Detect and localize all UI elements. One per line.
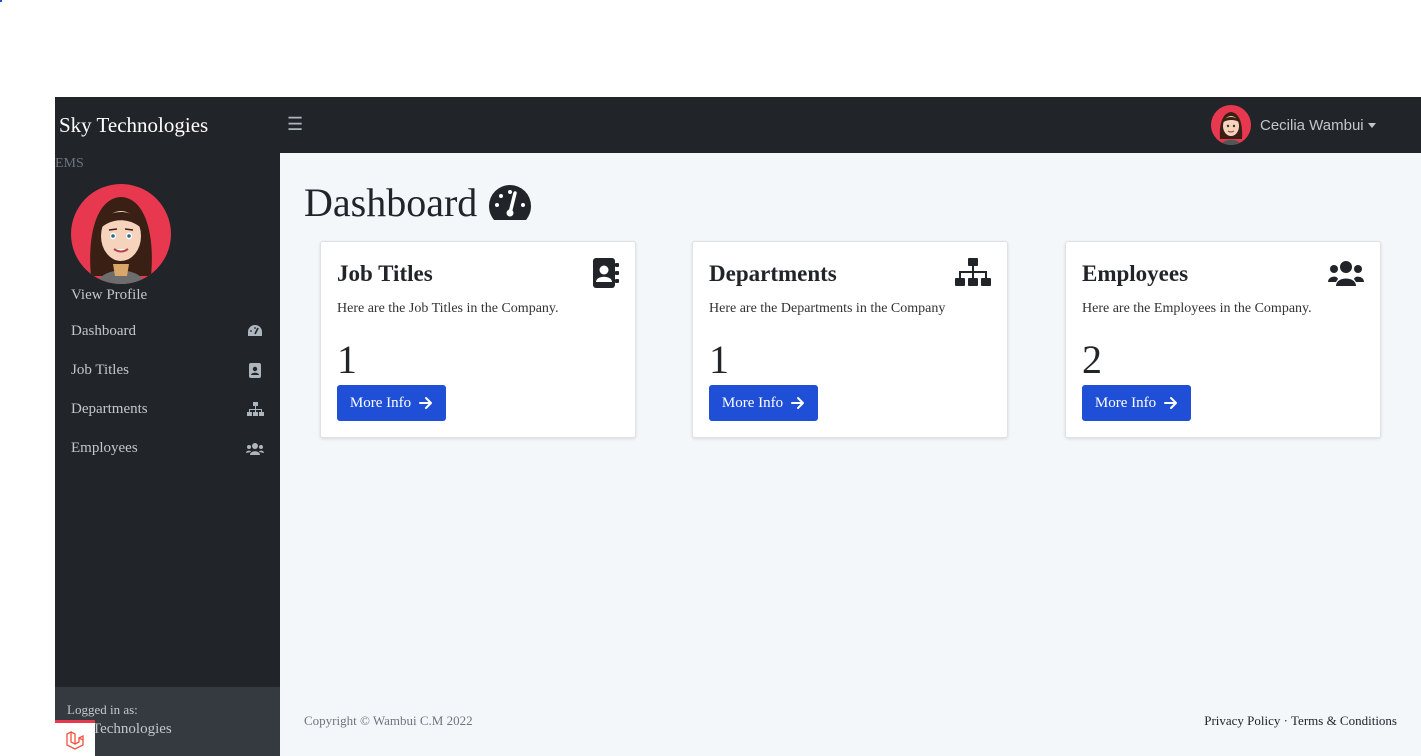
card-description: Here are the Employees in the Company. <box>1082 301 1312 316</box>
sidebar-item-label: Employees <box>71 439 138 456</box>
sidebar-item-dashboard[interactable]: Dashboard <box>55 313 280 349</box>
view-profile-link[interactable]: View Profile <box>71 287 147 304</box>
app-window: Sky Technologies ☰ Cecilia Wambui EMS Vi… <box>55 97 1421 756</box>
address-book-icon <box>583 258 619 288</box>
speedometer-icon <box>246 323 264 339</box>
address-book-icon <box>246 362 264 378</box>
logged-in-name: Technologies <box>92 721 172 737</box>
employees-card: Employees Here are the Employees in the … <box>1065 241 1381 438</box>
sidebar: EMS View Profile Dashboard Job Titles De… <box>55 153 280 756</box>
sitemap-icon <box>955 258 991 288</box>
page-title-text: Dashboard <box>304 180 478 225</box>
card-title: Employees <box>1082 261 1189 286</box>
avatar <box>1211 105 1251 145</box>
user-name: Cecilia Wambui <box>1260 116 1364 134</box>
sidebar-item-departments[interactable]: Departments <box>55 391 280 427</box>
sidebar-item-job-titles[interactable]: Job Titles <box>55 352 280 388</box>
arrow-right-icon <box>1164 396 1178 410</box>
terms-link[interactable]: Terms & Conditions <box>1291 713 1397 728</box>
footer-links: Privacy Policy · Terms & Conditions <box>1204 713 1397 729</box>
sidebar-toggle-button[interactable]: ☰ <box>287 114 303 134</box>
brand-name[interactable]: Sky Technologies <box>59 113 208 138</box>
button-label: More Info <box>349 394 412 411</box>
sidebar-item-label: Departments <box>71 400 148 417</box>
sidebar-item-label: Dashboard <box>71 322 136 339</box>
card-description: Here are the Departments in the Company <box>709 301 946 316</box>
copyright-text: Copyright © Wambui C.M 2022 <box>304 713 473 728</box>
profile-avatar <box>71 184 171 284</box>
laravel-logo <box>55 720 95 756</box>
more-info-button[interactable]: More Info <box>709 385 818 421</box>
card-count: 1 <box>337 337 357 382</box>
users-icon <box>246 440 264 456</box>
chevron-down-icon <box>1367 122 1376 128</box>
departments-card: Departments Here are the Departments in … <box>692 241 1008 438</box>
page-title: Dashboard <box>304 179 533 226</box>
arrow-right-icon <box>419 396 433 410</box>
logged-in-label: Logged in as: <box>67 702 138 717</box>
sidebar-footer: Logged in as: Technologies <box>55 687 280 756</box>
button-label: More Info <box>1094 394 1157 411</box>
card-count: 1 <box>709 337 729 382</box>
corner-marker <box>0 0 2 2</box>
more-info-button[interactable]: More Info <box>1082 385 1191 421</box>
footer-separator: · <box>1283 713 1288 728</box>
main-content: Dashboard Job Titles Here are the Job Ti… <box>280 153 1421 756</box>
card-title: Job Titles <box>337 261 433 286</box>
speedometer-icon <box>487 183 533 223</box>
card-title: Departments <box>709 261 837 286</box>
card-count: 2 <box>1082 337 1102 382</box>
user-dropdown[interactable]: Cecilia Wambui <box>1211 105 1376 145</box>
sidebar-section-label: EMS <box>55 156 84 171</box>
more-info-button[interactable]: More Info <box>337 385 446 421</box>
menu-icon: ☰ <box>287 114 304 134</box>
card-description: Here are the Job Titles in the Company. <box>337 301 559 316</box>
sidebar-item-employees[interactable]: Employees <box>55 430 280 466</box>
top-navbar: Sky Technologies ☰ Cecilia Wambui <box>55 97 1421 153</box>
page-footer: Copyright © Wambui C.M 2022 Privacy Poli… <box>280 687 1421 756</box>
job-titles-card: Job Titles Here are the Job Titles in th… <box>320 241 636 438</box>
privacy-policy-link[interactable]: Privacy Policy <box>1204 713 1280 728</box>
arrow-right-icon <box>791 396 805 410</box>
sidebar-item-label: Job Titles <box>71 361 129 378</box>
sitemap-icon <box>246 401 264 417</box>
users-icon <box>1328 258 1364 288</box>
button-label: More Info <box>721 394 784 411</box>
